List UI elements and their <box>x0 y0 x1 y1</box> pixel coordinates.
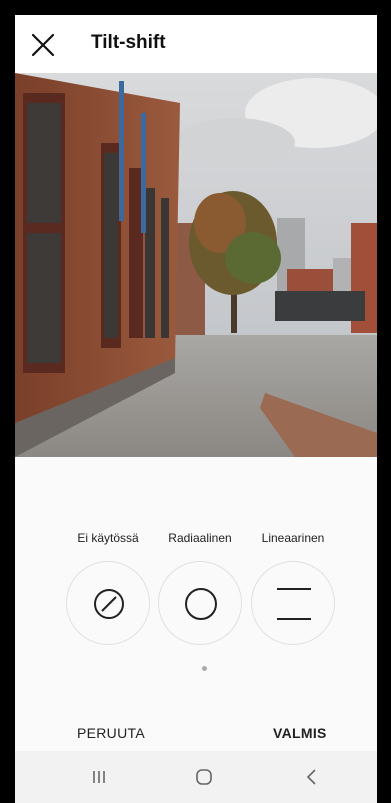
tool-off[interactable]: Ei käytössä <box>63 529 153 645</box>
tool-linear-label: Lineaarinen <box>261 531 325 545</box>
cancel-button[interactable]: PERUUTA <box>77 725 145 741</box>
tool-linear[interactable]: Lineaarinen <box>248 529 338 645</box>
linear-icon[interactable] <box>251 561 335 645</box>
page-title: Tilt-shift <box>91 32 166 53</box>
done-button[interactable]: VALMIS <box>273 725 327 741</box>
no-blur-icon[interactable] <box>66 561 150 645</box>
photo-preview[interactable] <box>15 73 377 457</box>
radial-icon[interactable] <box>158 561 242 645</box>
home-icon[interactable] <box>190 765 218 789</box>
tool-off-label: Ei käytössä <box>77 531 139 545</box>
action-bar: PERUUTA VALMIS <box>15 715 377 751</box>
top-bar: Tilt-shift <box>15 15 377 73</box>
system-navigation-bar <box>15 751 377 803</box>
back-icon[interactable] <box>298 765 326 789</box>
tool-radial[interactable]: Radiaalinen <box>155 529 245 645</box>
tool-radial-label: Radiaalinen <box>168 531 232 545</box>
recent-apps-icon[interactable] <box>85 765 113 789</box>
tilt-shift-options: Ei käytössä Radiaalinen Lineaarinen <box>15 457 377 730</box>
page-indicator-dot <box>202 666 207 671</box>
phone-screen: Tilt-shift Ei käytössä Radiaalinen Linea… <box>15 15 377 803</box>
close-icon[interactable] <box>29 31 57 59</box>
